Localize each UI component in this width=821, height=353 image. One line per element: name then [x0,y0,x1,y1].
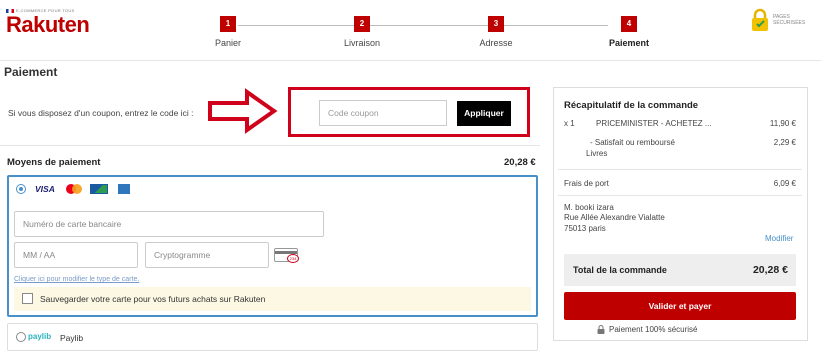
paylib-label: Paylib [60,333,84,343]
step-panier[interactable]: 1 Panier [188,16,268,48]
secure-pages-text: PAGES SÉCURISÉES [773,14,805,26]
expiry-date-field[interactable]: MM / AA [14,242,138,268]
header-divider [0,60,821,61]
option-price: 2,29 € [773,138,796,147]
coupon-code-input[interactable]: Code coupon [319,100,447,126]
page-title: Paiement [4,65,58,79]
section-divider [0,145,540,146]
save-card-checkbox[interactable] [22,293,33,304]
mastercard-icon [66,184,82,194]
step-label: Adresse [479,38,513,48]
summary-divider [558,169,802,170]
step-livraison[interactable]: 2 Livraison [322,16,402,48]
apply-coupon-button[interactable]: Appliquer [457,101,511,126]
change-card-type-link[interactable]: Cliquer ici pour modifier le type de car… [14,276,139,283]
step-paiement: 4 Paiement [589,16,669,48]
validate-and-pay-button[interactable]: Valider et payer [564,292,796,320]
lock-icon [597,325,605,334]
secure-pages-badge: PAGES SÉCURISÉES [750,8,805,32]
paylib-payment-panel[interactable] [7,323,538,351]
cvv-field[interactable]: Cryptogramme [145,242,269,268]
step-adresse[interactable]: 3 Adresse [456,16,536,48]
cb-icon [90,184,108,194]
payment-methods-title: Moyens de paiement [7,157,101,168]
step-number: 1 [220,16,236,32]
item-quantity: x 1 [564,119,575,128]
secure-line-2: SÉCURISÉES [773,20,806,26]
payment-amount: 20,28 € [504,157,536,168]
step-label: Livraison [343,38,381,48]
step-label: Paiement [608,38,650,48]
cvv-help-icon: 234 [274,248,299,263]
order-total-value: 20,28 € [752,264,788,276]
address-city: 75013 paris [564,224,606,233]
step-number: 3 [488,16,504,32]
amex-icon [118,184,130,194]
checkout-stepper: 1 Panier 2 Livraison 3 Adresse 4 Paiemen… [200,16,660,56]
item-price: 11,90 € [769,119,796,128]
visa-icon: VISA [35,184,55,194]
coupon-prompt: Si vous disposez d'un coupon, entrez le … [8,108,194,118]
option-line-2: Livres [586,149,608,158]
rakuten-logo[interactable]: E-COMMERCE POUR TOUS Rakuten [6,8,90,37]
shipping-label: Frais de port [564,179,609,188]
address-name: M. booki izara [564,203,614,212]
logo-brand: Rakuten [6,12,90,37]
red-arrow-annotation-icon [208,88,278,134]
card-payment-radio[interactable] [16,184,26,194]
step-label: Panier [214,38,241,48]
order-summary-title: Récapitulatif de la commande [564,100,699,111]
save-card-label[interactable]: Sauvegarder votre carte pour vos futurs … [40,294,265,304]
order-total-label: Total de la commande [573,265,667,275]
cvv-badge: 234 [287,254,299,263]
option-line-1: - Satisfait ou remboursé [590,138,675,147]
shipping-price: 6,09 € [773,179,796,188]
secure-payment-note: Paiement 100% sécurisé [597,325,698,334]
padlock-icon [750,8,770,32]
secure-payment-text: Paiement 100% sécurisé [609,325,698,334]
paylib-radio[interactable] [16,332,26,342]
stepper-line [238,25,608,26]
address-street: Rue Allée Alexandre Vialatte [564,213,665,222]
item-name: PRICEMINISTER - ACHETEZ ... [596,119,712,128]
summary-divider [558,195,802,196]
modify-address-link[interactable]: Modifier [765,234,793,243]
step-number: 4 [621,16,637,32]
card-number-field[interactable]: Numéro de carte bancaire [14,211,324,237]
paylib-icon: paylib [28,332,52,341]
step-number: 2 [354,16,370,32]
